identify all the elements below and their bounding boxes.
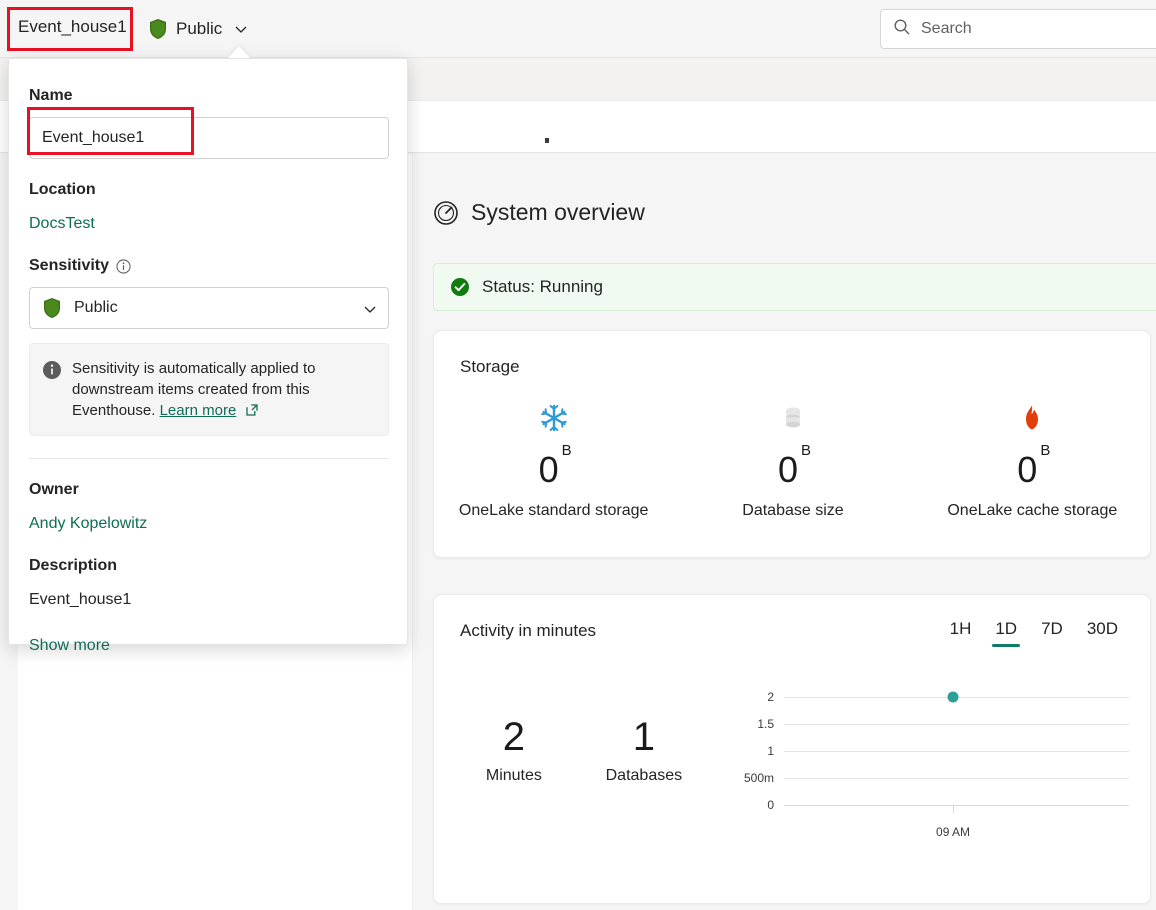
metric-database-size: 0B Database size	[683, 401, 903, 520]
sensitivity-note: Sensitivity is automatically applied to …	[29, 343, 389, 436]
show-more-link[interactable]: Show more	[29, 635, 387, 657]
metric-value: 0B	[538, 442, 572, 490]
item-details-popup: Name Event_house1 Location DocsTest Sens…	[8, 58, 408, 654]
x-axis-tick-mark	[953, 805, 955, 813]
summary-caption: Minutes	[485, 767, 542, 784]
tab-1d[interactable]: 1D	[989, 615, 1023, 647]
storage-metrics: 0B OneLake standard storage 0 B Database…	[434, 401, 1152, 520]
popup-callout-arrow	[228, 46, 250, 58]
y-axis-tick-label: 2	[767, 690, 774, 704]
search-box[interactable]: Search	[880, 9, 1156, 49]
status-badge: Status: Running	[482, 277, 603, 296]
summary-minutes: 2 Minutes	[486, 715, 542, 785]
metric-value: 0B	[1017, 442, 1051, 490]
metric-caption: Database size	[742, 502, 844, 519]
x-axis-line	[784, 805, 1129, 806]
flame-icon	[922, 401, 1142, 435]
activity-body: 2 Minutes 1 Databases 0 500m 1 1.5 2 09 AM	[434, 685, 1152, 895]
status-banner: Status: Running	[433, 263, 1156, 311]
summary-caption: Databases	[605, 767, 683, 784]
header-sensitivity-chip[interactable]: Public	[148, 14, 248, 44]
sensitivity-field-label: Sensitivity	[29, 257, 110, 274]
shield-icon	[148, 18, 168, 40]
sensitivity-select-value: Public	[74, 299, 118, 316]
activity-chart: 0 500m 1 1.5 2 09 AM	[714, 685, 1134, 875]
location-field-label: Location	[29, 181, 96, 198]
external-link-icon[interactable]	[245, 402, 259, 416]
search-input-placeholder[interactable]: Search	[921, 20, 972, 38]
breadcrumb-item-name[interactable]: Event_house1	[18, 16, 127, 38]
header-sensitivity-label: Public	[176, 19, 223, 38]
metric-caption: OneLake cache storage	[947, 502, 1118, 519]
owner-field-label: Owner	[29, 481, 79, 498]
summary-value: 2	[502, 715, 525, 759]
page-title: System overview	[471, 199, 645, 225]
summary-databases: 1 Databases	[606, 715, 683, 785]
shield-icon	[42, 297, 62, 319]
gauge-icon	[433, 200, 459, 226]
storage-card: Storage 0 B OneLake standard storage 0 B…	[433, 330, 1151, 558]
learn-more-link[interactable]: Learn more	[160, 402, 237, 419]
time-range-tabs: 1H 1D 7D 30D	[944, 615, 1124, 647]
app-root: Event_house1 Public Search System overvi…	[0, 0, 1156, 910]
summary-value: 1	[632, 715, 655, 759]
description-field-label: Description	[29, 557, 118, 574]
tab-7d[interactable]: 7D	[1035, 615, 1069, 647]
metric-onelake-standard-storage: 0B OneLake standard storage	[444, 401, 664, 520]
name-input-value: Event_house1	[42, 129, 145, 146]
sensitivity-select[interactable]: Public	[29, 287, 389, 329]
top-header-bar: Event_house1 Public Search	[0, 0, 1156, 58]
y-axis-tick-label: 1	[767, 744, 774, 758]
storage-card-title: Storage	[460, 357, 520, 376]
tab-30d[interactable]: 30D	[1081, 615, 1124, 647]
activity-card: Activity in minutes 1H 1D 7D 30D 2 Minut…	[433, 594, 1151, 904]
snowflake-icon	[444, 401, 664, 435]
info-icon	[42, 360, 62, 380]
gridline	[784, 778, 1129, 779]
activity-summary: 2 Minutes 1 Databases	[454, 715, 714, 785]
system-overview-header: System overview	[433, 199, 645, 226]
info-icon[interactable]	[116, 258, 131, 274]
check-circle-icon	[450, 277, 470, 297]
sensitivity-note-text: Sensitivity is automatically applied to …	[72, 358, 374, 421]
y-axis-tick-label: 0	[767, 798, 774, 812]
metric-caption: OneLake standard storage	[458, 502, 649, 519]
gridline	[784, 751, 1129, 752]
chevron-down-icon	[234, 22, 248, 36]
metric-value: 0B	[777, 442, 811, 490]
tab-1h[interactable]: 1H	[944, 615, 978, 647]
gridline	[784, 724, 1129, 725]
chevron-down-icon	[362, 301, 376, 315]
activity-card-title: Activity in minutes	[460, 621, 597, 640]
name-field-label: Name	[29, 87, 73, 104]
sensitivity-field-label-row: Sensitivity	[29, 255, 387, 277]
owner-link[interactable]: Andy Kopelowitz	[29, 513, 387, 535]
main-content: System overview Status: Running Storage	[413, 154, 1156, 910]
metric-onelake-cache-storage: 0B OneLake cache storage	[922, 401, 1142, 520]
chart-data-point[interactable]	[947, 691, 959, 703]
name-input[interactable]: Event_house1	[29, 117, 389, 159]
search-icon	[893, 18, 911, 41]
description-value: Event_house1	[29, 591, 132, 608]
x-axis-tick-label: 09 AM	[936, 825, 971, 839]
ribbon-dot-marker	[545, 138, 549, 143]
database-icon	[683, 401, 903, 435]
y-axis-tick-label: 500m	[743, 771, 774, 785]
location-link[interactable]: DocsTest	[29, 213, 387, 235]
y-axis-tick-label: 1.5	[757, 717, 774, 731]
